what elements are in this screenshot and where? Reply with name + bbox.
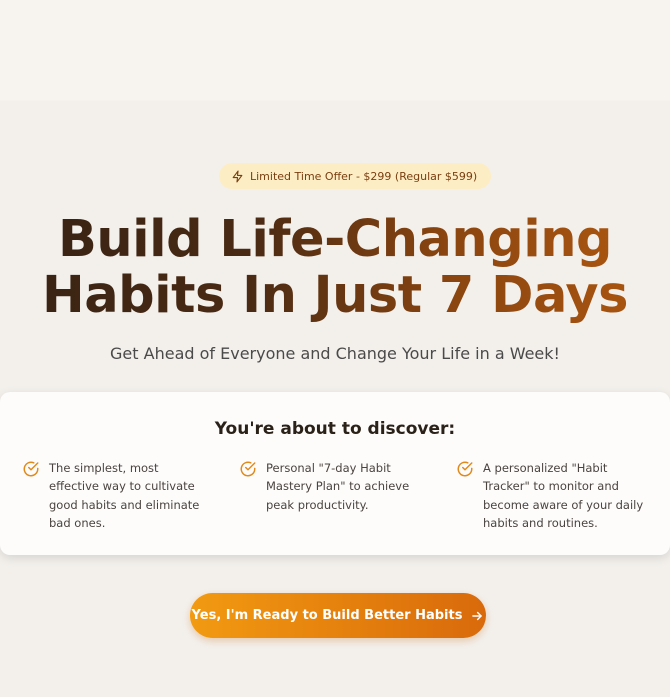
cta-button-label: Yes, I'm Ready to Build Better Habits (191, 608, 463, 623)
feature-text: A personalized "Habit Tracker" to monito… (483, 461, 644, 530)
headline-line-1: Build Life-Changing (57, 210, 613, 269)
discover-card: You're about to discover: The simplest, … (0, 392, 670, 555)
hero-subheadline: Get Ahead of Everyone and Change Your Li… (110, 344, 560, 363)
hero-headline: Build Life-Changing Habits In Just 7 Day… (0, 212, 670, 324)
feature-item: The simplest, most effective way to cult… (22, 459, 212, 532)
check-circle-icon (239, 460, 257, 478)
feature-text: The simplest, most effective way to cult… (49, 461, 200, 530)
feature-text: Personal "7-day Habit Mastery Plan" to a… (266, 461, 410, 512)
feature-item: Personal "7-day Habit Mastery Plan" to a… (239, 459, 439, 514)
arrow-right-icon (470, 609, 484, 623)
lightning-icon (231, 170, 244, 183)
discover-title: You're about to discover: (214, 419, 456, 439)
headline-line-2: Habits In Just 7 Days (42, 266, 628, 325)
offer-badge-text: Limited Time Offer - $299 (Regular $599) (250, 169, 478, 183)
check-circle-icon (456, 460, 474, 478)
cta-button[interactable]: Yes, I'm Ready to Build Better Habits (190, 593, 486, 638)
check-circle-icon (22, 460, 40, 478)
top-band (0, 0, 670, 100)
feature-item: A personalized "Habit Tracker" to monito… (456, 459, 656, 532)
offer-badge: Limited Time Offer - $299 (Regular $599) (219, 163, 492, 189)
